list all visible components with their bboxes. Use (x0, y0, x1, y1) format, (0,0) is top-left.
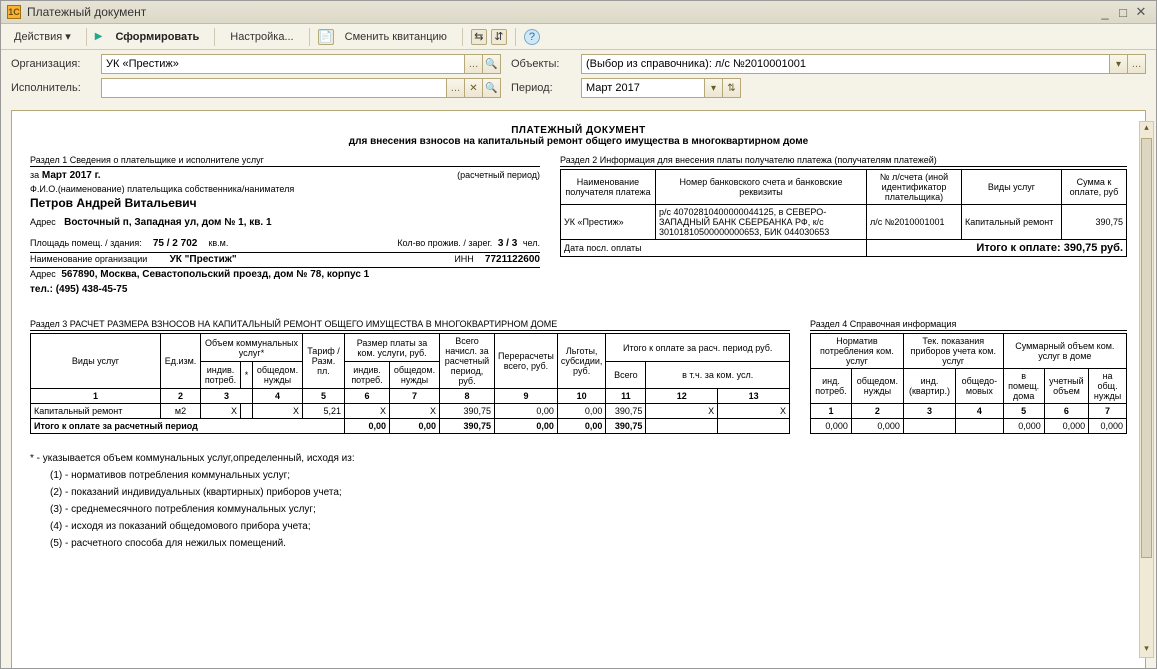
exec-field: … ✕ 🔍 (101, 78, 501, 98)
help-icon[interactable]: ? (524, 29, 540, 45)
app-icon: 1C (7, 5, 21, 19)
org-label: Организация: (11, 58, 91, 70)
total-to-pay: Итого к оплате: 390,75 руб. (867, 240, 1127, 257)
app-window: 1C Платежный документ _ □ ✕ Действия ▾ ▶… (0, 0, 1157, 669)
period-label: Период: (511, 82, 571, 94)
toolbar: Действия ▾ ▶ Сформировать Настройка... 📄… (1, 24, 1156, 50)
tool-icon-2[interactable]: ⇵ (491, 29, 507, 45)
section-1-header: Раздел 1 Сведения о плательщике и исполн… (30, 155, 540, 167)
recipient-table: Наименование получателя платежа Номер ба… (560, 169, 1127, 257)
doc-subtitle: для внесения взносов на капитальный ремо… (30, 136, 1127, 147)
chevron-down-icon: ▾ (65, 31, 71, 43)
payer-fio: Петров Андрей Витальевич (30, 196, 540, 211)
minimize-button[interactable]: _ (1096, 5, 1114, 20)
scroll-up-icon[interactable]: ▴ (1140, 122, 1153, 136)
period-dropdown-button[interactable]: ▾ (705, 78, 723, 98)
tool-icon-1[interactable]: ⇆ (471, 29, 487, 45)
objects-dropdown-button[interactable]: ▾ (1110, 54, 1128, 74)
document-preview: ПЛАТЕЖНЫЙ ДОКУМЕНТ для внесения взносов … (11, 110, 1146, 669)
footnotes: * - указывается объем коммунальных услуг… (30, 450, 1127, 552)
doc-title: ПЛАТЕЖНЫЙ ДОКУМЕНТ (30, 125, 1127, 136)
objects-select-button[interactable]: … (1128, 54, 1146, 74)
org-field: … 🔍 (101, 54, 501, 74)
exec-label: Исполнитель: (11, 82, 91, 94)
objects-field: ▾ … (581, 54, 1146, 74)
titlebar: 1C Платежный документ _ □ ✕ (1, 1, 1156, 24)
fio-caption: Ф.И.О.(наименование) плательщика собстве… (30, 184, 540, 195)
change-receipt-button[interactable]: Сменить квитанцию (338, 28, 454, 46)
ref-table: Норматив потребления ком. услуг Тек. пок… (810, 333, 1127, 434)
objects-label: Объекты: (511, 58, 571, 70)
section-2-header: Раздел 2 Информация для внесения платы п… (560, 155, 1127, 167)
section-1: Раздел 1 Сведения о плательщике и исполн… (30, 155, 540, 297)
section-4-header: Раздел 4 Справочная информация (810, 319, 1127, 331)
actions-menu[interactable]: Действия ▾ (7, 27, 78, 46)
org-input[interactable] (101, 54, 465, 74)
section-3-header: Раздел 3 РАСЧЕТ РАЗМЕРА ВЗНОСОВ НА КАПИТ… (30, 319, 790, 331)
receipt-icon: 📄 (318, 29, 334, 45)
payer-address: Восточный п, Западная ул, дом № 1, кв. 1 (64, 217, 271, 228)
vertical-scrollbar[interactable]: ▴ ▾ (1139, 121, 1154, 658)
exec-clear-button[interactable]: ✕ (465, 78, 483, 98)
search-icon: 🔍 (485, 59, 497, 70)
org-lookup-button[interactable]: 🔍 (483, 54, 501, 74)
objects-input[interactable] (581, 54, 1110, 74)
window-title: Платежный документ (27, 5, 146, 19)
period-input[interactable] (581, 78, 705, 98)
bank-details-cell: р/с 40702810400000044125, в СЕВЕРО-ЗАПАД… (656, 205, 867, 240)
play-icon: ▶ (95, 31, 103, 42)
exec-select-button[interactable]: … (447, 78, 465, 98)
period-field: ▾ ⇅ (581, 78, 741, 98)
period-stepper-button[interactable]: ⇅ (723, 78, 741, 98)
calc-table: Виды услуг Ед.изм. Объем коммунальных ус… (30, 333, 790, 434)
section-2: Раздел 2 Информация для внесения платы п… (560, 155, 1127, 297)
section-4: Раздел 4 Справочная информация Норматив … (810, 319, 1127, 434)
search-icon: 🔍 (485, 83, 497, 94)
section-3: Раздел 3 РАСЧЕТ РАЗМЕРА ВЗНОСОВ НА КАПИТ… (30, 319, 790, 434)
exec-input[interactable] (101, 78, 447, 98)
scroll-down-icon[interactable]: ▾ (1140, 643, 1153, 657)
close-button[interactable]: ✕ (1132, 4, 1150, 20)
filter-bar: Организация: … 🔍 Объекты: ▾ … Исполнител… (1, 50, 1156, 104)
org-select-button[interactable]: … (465, 54, 483, 74)
scroll-thumb[interactable] (1141, 138, 1152, 558)
maximize-button[interactable]: □ (1114, 5, 1132, 20)
exec-lookup-button[interactable]: 🔍 (483, 78, 501, 98)
settings-button[interactable]: Настройка... (223, 28, 300, 46)
form-button[interactable]: Сформировать (109, 28, 207, 46)
